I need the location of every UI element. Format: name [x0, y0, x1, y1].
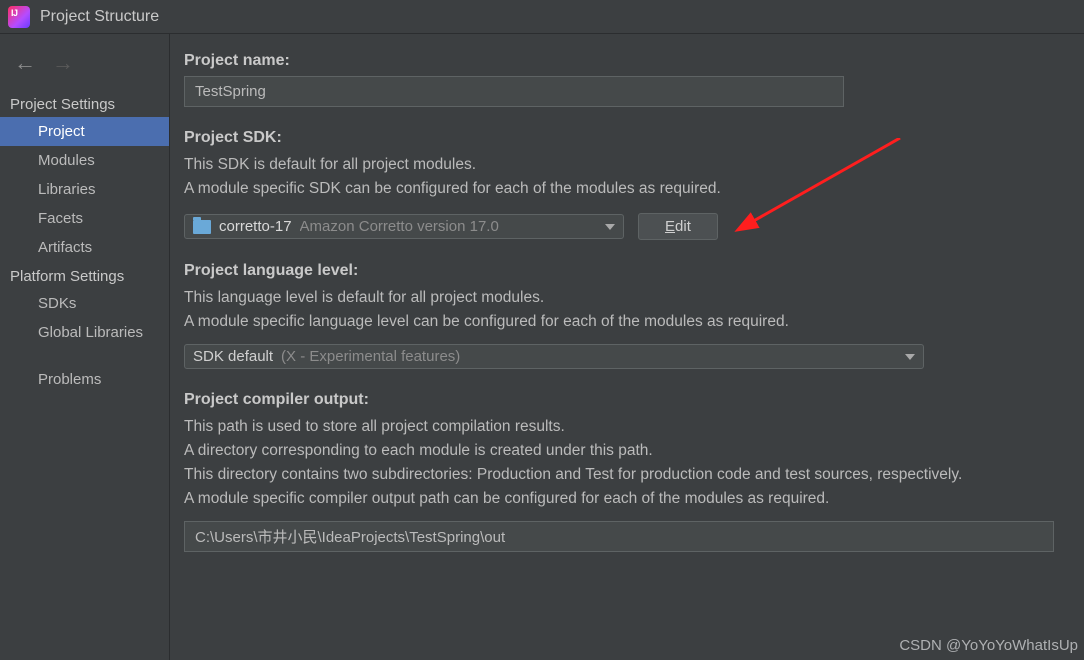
language-level-label: Project language level: [184, 262, 1084, 280]
lang-level-value: SDK default [193, 348, 273, 365]
folder-icon [193, 220, 211, 234]
compiler-output-input[interactable] [184, 521, 1054, 552]
project-sdk-group: Project SDK: This SDK is default for all… [184, 129, 1084, 240]
sidebar-item-facets[interactable]: Facets [0, 204, 169, 233]
sidebar: ← → Project Settings Project Modules Lib… [0, 34, 170, 660]
sdk-version: Amazon Corretto version 17.0 [300, 218, 597, 235]
window-title: Project Structure [40, 8, 159, 26]
chevron-down-icon [905, 354, 915, 360]
titlebar: Project Structure [0, 0, 1084, 34]
compiler-desc-2: A directory corresponding to each module… [184, 439, 1084, 463]
watermark: CSDN @YoYoYoWhatIsUp [899, 637, 1078, 654]
sidebar-header-project-settings: Project Settings [0, 90, 169, 117]
lang-desc-2: A module specific language level can be … [184, 310, 1084, 334]
edit-sdk-button[interactable]: Edit [638, 213, 718, 240]
sidebar-item-libraries[interactable]: Libraries [0, 175, 169, 204]
content-pane: Project name: Project SDK: This SDK is d… [170, 34, 1084, 660]
nav-back-icon[interactable]: ← [14, 52, 36, 74]
sidebar-item-global-libraries[interactable]: Global Libraries [0, 318, 169, 347]
sidebar-header-platform-settings: Platform Settings [0, 262, 169, 289]
compiler-desc-3: This directory contains two subdirectori… [184, 463, 1084, 487]
sdk-dropdown[interactable]: corretto-17 Amazon Corretto version 17.0 [184, 214, 624, 239]
project-name-input[interactable] [184, 76, 844, 107]
main-container: ← → Project Settings Project Modules Lib… [0, 34, 1084, 660]
language-level-dropdown[interactable]: SDK default (X - Experimental features) [184, 344, 924, 369]
sdk-desc-2: A module specific SDK can be configured … [184, 177, 1084, 201]
project-name-group: Project name: [184, 52, 1084, 107]
lang-desc-1: This language level is default for all p… [184, 286, 1084, 310]
lang-level-suffix: (X - Experimental features) [281, 348, 897, 365]
compiler-desc-4: A module specific compiler output path c… [184, 487, 1084, 511]
sdk-desc-1: This SDK is default for all project modu… [184, 153, 1084, 177]
compiler-output-label: Project compiler output: [184, 391, 1084, 409]
sidebar-item-problems[interactable]: Problems [0, 365, 169, 394]
app-logo-icon [8, 6, 30, 28]
nav-history: ← → [0, 46, 169, 90]
project-sdk-label: Project SDK: [184, 129, 1084, 147]
compiler-output-group: Project compiler output: This path is us… [184, 391, 1084, 552]
project-name-label: Project name: [184, 52, 1084, 70]
sdk-name: corretto-17 [219, 218, 292, 235]
compiler-desc-1: This path is used to store all project c… [184, 415, 1084, 439]
sidebar-item-sdks[interactable]: SDKs [0, 289, 169, 318]
sidebar-item-artifacts[interactable]: Artifacts [0, 233, 169, 262]
nav-forward-icon[interactable]: → [52, 52, 74, 74]
sidebar-item-project[interactable]: Project [0, 117, 169, 146]
sidebar-item-modules[interactable]: Modules [0, 146, 169, 175]
chevron-down-icon [605, 224, 615, 230]
language-level-group: Project language level: This language le… [184, 262, 1084, 369]
